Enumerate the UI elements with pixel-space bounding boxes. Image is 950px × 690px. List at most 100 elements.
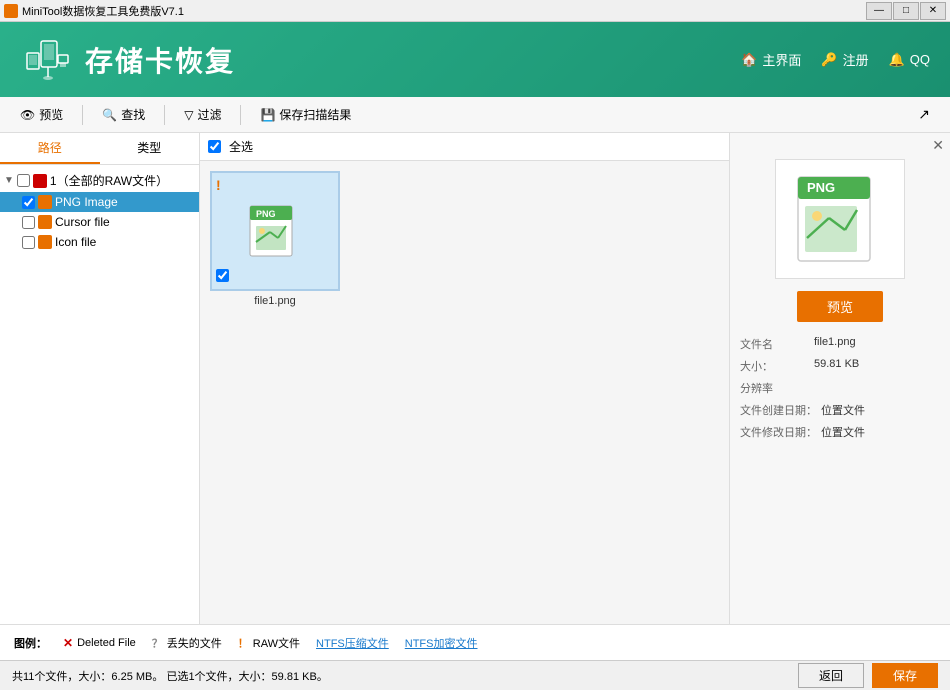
name-value: file1.png bbox=[814, 336, 856, 352]
file-name: file1.png bbox=[254, 295, 296, 307]
png-image-icon bbox=[38, 195, 52, 209]
legend-ntfs-enc: NTFS加密文件 bbox=[405, 635, 478, 651]
lost-marker: ？ bbox=[152, 635, 163, 651]
lost-label: 丢失的文件 bbox=[167, 635, 222, 651]
checkbox-png-image[interactable] bbox=[22, 196, 35, 209]
tree-item-icon[interactable]: Icon file bbox=[0, 232, 199, 252]
filter-icon: ▽ bbox=[184, 108, 193, 122]
nav-qq-label: QQ bbox=[910, 52, 930, 67]
qq-icon: 🔔 bbox=[889, 52, 905, 68]
title-bar-controls: — □ ✕ bbox=[866, 2, 946, 20]
thumbnail-icon: PNG bbox=[248, 204, 303, 259]
app-title: MiniTool数据恢复工具免费版V7.1 bbox=[22, 3, 184, 19]
left-panel: 路径 类型 ▼ 1（全部的RAW文件） PNG Image Cursor fi bbox=[0, 133, 200, 624]
toolbar-sep-2 bbox=[164, 105, 165, 125]
preview-file-button[interactable]: 预览 bbox=[797, 291, 883, 322]
tab-path[interactable]: 路径 bbox=[0, 133, 100, 164]
save-scan-icon: 💾 bbox=[260, 108, 275, 122]
deleted-label: Deleted File bbox=[77, 637, 136, 649]
tree-item-root[interactable]: ▼ 1（全部的RAW文件） bbox=[0, 169, 199, 192]
svg-text:PNG: PNG bbox=[807, 180, 835, 195]
export-button[interactable]: ↗ bbox=[908, 102, 940, 127]
register-icon: 🔑 bbox=[821, 52, 837, 68]
tree-item-cursor[interactable]: Cursor file bbox=[0, 212, 199, 232]
nav-qq[interactable]: 🔔 QQ bbox=[889, 50, 930, 69]
thumbnail-svg: PNG bbox=[248, 204, 303, 259]
toolbar-sep-1 bbox=[82, 105, 83, 125]
device-icon bbox=[20, 35, 75, 85]
legend-title: 图例： bbox=[14, 635, 47, 651]
tree-item-icon-label: Icon file bbox=[55, 235, 96, 249]
icon-file-icon bbox=[38, 235, 52, 249]
find-icon: 🔍 bbox=[102, 108, 117, 122]
created-value: 位置文件 bbox=[821, 402, 865, 418]
nav-register-label: 注册 bbox=[843, 50, 869, 69]
filter-button[interactable]: ▽ 过滤 bbox=[174, 102, 231, 127]
toolbar: 👁 预览 🔍 查找 ▽ 过滤 💾 保存扫描结果 ↗ bbox=[0, 97, 950, 133]
size-label: 大小： bbox=[740, 358, 810, 374]
close-preview-button[interactable]: ✕ bbox=[932, 137, 944, 154]
title-bar: MiniTool数据恢复工具免费版V7.1 — □ ✕ bbox=[0, 0, 950, 22]
back-button[interactable]: 返回 bbox=[798, 663, 864, 688]
file-grid: ! PNG bbox=[200, 161, 729, 624]
select-all-checkbox[interactable] bbox=[208, 140, 221, 153]
close-button[interactable]: ✕ bbox=[920, 2, 946, 20]
legend-ntfs-zip: NTFS压缩文件 bbox=[316, 635, 389, 651]
list-item[interactable]: ! PNG bbox=[210, 171, 340, 307]
save-button[interactable]: 保存 bbox=[872, 663, 938, 688]
status-bar: 共11个文件，大小：6.25 MB。 已选1个文件，大小：59.81 KB。 返… bbox=[0, 660, 950, 690]
header-title: 存储卡恢复 bbox=[85, 40, 235, 80]
right-panel: ✕ PNG 预览 文件名 file1.png 大小： 59.81 KB bbox=[730, 133, 950, 624]
check-badge bbox=[216, 269, 229, 285]
file-info-created-row: 文件创建日期： 位置文件 bbox=[740, 402, 940, 418]
nav-home[interactable]: 🏠 主界面 bbox=[741, 50, 801, 69]
tab-bar: 路径 类型 bbox=[0, 133, 199, 165]
preview-box: PNG bbox=[775, 159, 905, 279]
file-info-size-row: 大小： 59.81 KB bbox=[740, 358, 940, 374]
header: 存储卡恢复 🏠 主界面 🔑 注册 🔔 QQ bbox=[0, 22, 950, 97]
root-icon bbox=[33, 174, 47, 188]
checkbox-cursor[interactable] bbox=[22, 216, 35, 229]
tab-type[interactable]: 类型 bbox=[100, 133, 200, 164]
maximize-button[interactable]: □ bbox=[893, 2, 919, 20]
status-bar-buttons: 返回 保存 bbox=[798, 663, 938, 688]
file-info-modified-row: 文件修改日期： 位置文件 bbox=[740, 424, 940, 440]
file-info-ratio-row: 分辨率 bbox=[740, 380, 940, 396]
title-bar-left: MiniTool数据恢复工具免费版V7.1 bbox=[4, 3, 184, 19]
export-icon: ↗ bbox=[918, 106, 930, 123]
preview-icon: 👁 bbox=[20, 108, 35, 122]
device-svg bbox=[23, 35, 73, 85]
select-all-label: 全选 bbox=[229, 138, 253, 155]
find-button[interactable]: 🔍 查找 bbox=[92, 102, 155, 127]
ntfs-enc-label: NTFS加密文件 bbox=[405, 635, 478, 651]
ratio-label: 分辨率 bbox=[740, 380, 810, 396]
file-info-name-row: 文件名 file1.png bbox=[740, 336, 940, 352]
modified-value: 位置文件 bbox=[821, 424, 865, 440]
tree-item-cursor-label: Cursor file bbox=[55, 215, 110, 229]
checkbox-icon-file[interactable] bbox=[22, 236, 35, 249]
status-info: 共11个文件，大小：6.25 MB。 已选1个文件，大小：59.81 KB。 bbox=[12, 668, 328, 684]
raw-label: RAW文件 bbox=[253, 635, 300, 651]
size-value: 59.81 KB bbox=[814, 358, 859, 374]
checkbox-root[interactable] bbox=[17, 174, 30, 187]
tree-item-root-label: 1（全部的RAW文件） bbox=[50, 172, 168, 189]
raw-marker: ！ bbox=[238, 635, 249, 651]
file-checkbox[interactable] bbox=[216, 269, 229, 282]
legend-lost: ？ 丢失的文件 bbox=[152, 635, 222, 651]
file-panel-header: 全选 bbox=[200, 133, 729, 161]
save-scan-button[interactable]: 💾 保存扫描结果 bbox=[250, 102, 361, 127]
save-scan-label: 保存扫描结果 bbox=[279, 106, 351, 123]
app-icon bbox=[4, 4, 18, 18]
nav-home-label: 主界面 bbox=[762, 50, 801, 69]
deleted-marker: ✕ bbox=[63, 636, 73, 650]
center-panel: 全选 ! PNG bbox=[200, 133, 730, 624]
home-icon: 🏠 bbox=[741, 52, 757, 68]
nav-register[interactable]: 🔑 注册 bbox=[821, 50, 868, 69]
toolbar-sep-3 bbox=[240, 105, 241, 125]
tree-item-png-image[interactable]: PNG Image bbox=[0, 192, 199, 212]
tree-item-png-label: PNG Image bbox=[55, 195, 118, 209]
header-nav: 🏠 主界面 🔑 注册 🔔 QQ bbox=[741, 50, 930, 69]
preview-button[interactable]: 👁 预览 bbox=[10, 102, 73, 127]
minimize-button[interactable]: — bbox=[866, 2, 892, 20]
legend-raw: ！ RAW文件 bbox=[238, 635, 300, 651]
